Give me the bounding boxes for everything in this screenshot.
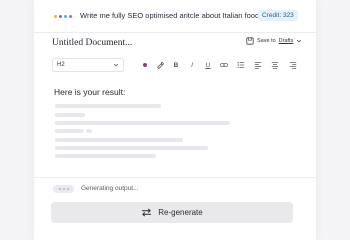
credit-badge: Credit: 323	[258, 10, 298, 21]
skeleton-line	[55, 138, 183, 142]
bullet-list-button[interactable]	[236, 60, 246, 70]
swap-arrows-icon	[142, 208, 152, 217]
bold-button[interactable]: B	[171, 60, 181, 70]
skeleton-line	[55, 146, 208, 150]
prompt-dots-icon	[54, 15, 72, 18]
skeleton-line	[55, 129, 84, 133]
heading-select-value: H2	[57, 62, 65, 68]
skeleton-line	[55, 104, 161, 108]
generation-status: Generating output...	[34, 177, 316, 199]
bullet-list-icon	[237, 61, 245, 69]
skeleton-line	[55, 154, 156, 158]
save-target: Drafts	[278, 38, 294, 44]
chevron-down-icon	[113, 63, 119, 67]
loading-dot	[66, 188, 69, 190]
document-title[interactable]: Untitled Document...	[52, 38, 132, 48]
prompt-text: Write me fully SEO optimised aritcle abo…	[80, 11, 260, 20]
link-icon	[220, 63, 228, 67]
link-button[interactable]	[219, 60, 229, 70]
loading-dots-icon	[53, 185, 74, 193]
editor-card: Write me fully SEO optimised aritcle abo…	[34, 0, 316, 240]
align-right-button[interactable]	[288, 60, 298, 70]
result-heading: Here is your result:	[54, 87, 126, 97]
prompt-dot	[59, 15, 62, 18]
align-left-button[interactable]	[253, 60, 263, 70]
align-center-icon	[271, 62, 279, 69]
underline-button[interactable]: U	[203, 60, 213, 70]
highlighter-button[interactable]	[155, 60, 165, 70]
prompt-dot	[64, 15, 67, 18]
text-color-button[interactable]	[140, 60, 150, 70]
italic-button[interactable]: I	[187, 60, 197, 70]
skeleton-line	[55, 121, 230, 125]
prompt-dot	[54, 15, 57, 18]
align-right-icon	[289, 62, 297, 69]
prompt-dot	[69, 15, 72, 18]
save-prefix: Save to	[257, 38, 276, 44]
save-to-drafts-button[interactable]: Save to Drafts	[246, 37, 302, 45]
save-icon	[246, 37, 254, 45]
regenerate-button[interactable]: Re-generate	[51, 202, 293, 223]
prompt-bar: Write me fully SEO optimised aritcle abo…	[34, 0, 316, 33]
color-dot-icon	[143, 63, 147, 67]
regenerate-label: Re-generate	[158, 208, 203, 217]
loading-dot	[58, 188, 61, 190]
highlighter-icon	[157, 61, 164, 69]
status-text: Generating output...	[81, 185, 139, 192]
heading-select[interactable]: H2	[52, 58, 124, 72]
loading-dot	[62, 188, 65, 190]
align-left-icon	[254, 62, 262, 69]
chevron-down-icon	[297, 39, 302, 43]
skeleton-line	[55, 113, 85, 117]
skeleton-line	[86, 129, 92, 133]
align-center-button[interactable]	[270, 60, 280, 70]
formatting-toolbar: H2 B I U	[52, 58, 302, 72]
